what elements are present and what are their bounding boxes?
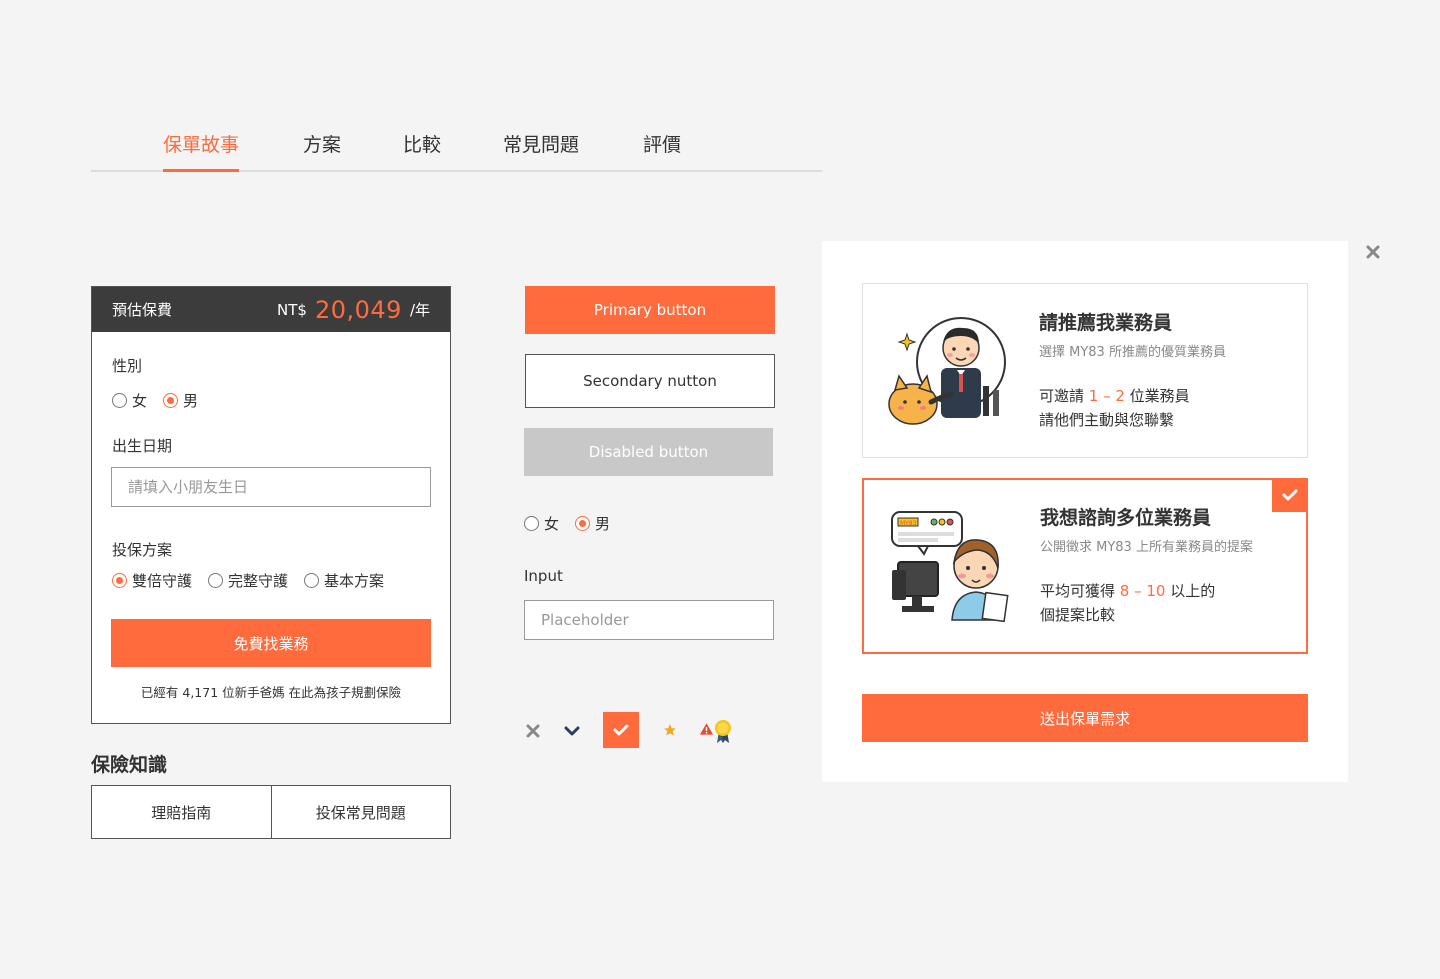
premium-price: 20,049: [314, 295, 402, 324]
plan-radio-double[interactable]: 雙倍守護: [112, 570, 192, 591]
modal-close-icon[interactable]: [1362, 241, 1384, 263]
option1-subtitle: 選擇 MY83 所推薦的優質業務員: [1039, 345, 1226, 360]
radio-icon: [304, 573, 320, 588]
price-period: /年: [409, 301, 430, 319]
knowledge-links: 理賠指南 投保常見問題: [91, 785, 451, 839]
parents-count-note: 已經有 4,171 位新手爸媽 在此為孩子規劃保險: [140, 685, 402, 700]
currency-label: NT$: [277, 300, 307, 319]
sample-radio-female[interactable]: 女: [524, 513, 559, 534]
radio-selected-icon: [575, 516, 591, 531]
sample-radio-male[interactable]: 男: [575, 513, 610, 534]
agent-count-highlight: 1 – 2: [1088, 387, 1125, 405]
disabled-button: Disabled button: [524, 428, 773, 476]
star-icon: [660, 720, 680, 740]
option-recommend-agent[interactable]: 請推薦我業務員 選擇 MY83 所推薦的優質業務員 可邀請 1 – 2 位業務員…: [862, 283, 1308, 458]
gender-label: 性別: [112, 357, 143, 375]
plan-radio-group: 雙倍守護 完整守護 基本方案: [112, 570, 400, 591]
estimate-header: 預估保費 NT$ 20,049 /年: [92, 287, 450, 332]
option1-line2: 請他們主動與您聯繫: [1039, 411, 1175, 429]
sample-input[interactable]: [524, 600, 774, 640]
plan-radio-complete[interactable]: 完整守護: [208, 570, 288, 591]
insurance-faq-link[interactable]: 投保常見問題: [270, 786, 451, 838]
check-icon[interactable]: [603, 712, 639, 748]
secondary-button[interactable]: Secondary nutton: [525, 354, 775, 408]
gender-radio-group: 女 男: [112, 390, 214, 411]
sample-radio-group: 女 男: [524, 513, 626, 534]
radio-icon: [208, 573, 224, 588]
find-agent-button[interactable]: 免費找業務: [111, 619, 431, 667]
close-icon[interactable]: [523, 720, 543, 742]
option2-line1: 平均可獲得 8 – 10 以上的: [1040, 582, 1216, 600]
knowledge-title: 保險知識: [91, 754, 168, 776]
proposal-count-highlight: 8 – 10: [1119, 582, 1166, 600]
submit-request-button[interactable]: 送出保單需求: [862, 694, 1308, 742]
tab-plans[interactable]: 方案: [303, 130, 341, 169]
tab-compare[interactable]: 比較: [403, 130, 441, 169]
radio-icon: [112, 393, 127, 408]
bubble-screen-text: MY83: [900, 520, 917, 527]
gender-radio-female[interactable]: 女: [112, 390, 147, 411]
option-multiple-agents[interactable]: MY83 我想諮詢多位業務員 公開徵求 MY83 上所有業務員的提案 平均可獲得…: [862, 478, 1308, 654]
option1-title: 請推薦我業務員: [1039, 312, 1173, 334]
option2-title: 我想諮詢多位業務員: [1040, 507, 1212, 529]
option1-line1: 可邀請 1 – 2 位業務員: [1039, 387, 1190, 405]
consult-illustration: MY83: [888, 510, 1012, 623]
birthday-input[interactable]: [111, 467, 431, 507]
tab-faq[interactable]: 常見問題: [503, 130, 579, 169]
agent-cat-illustration: [887, 310, 1011, 434]
option2-subtitle: 公開徵求 MY83 上所有業務員的提案: [1040, 540, 1253, 555]
tab-story[interactable]: 保單故事: [163, 130, 240, 172]
tab-bar: 保單故事 方案 比較 常見問題 評價: [91, 120, 822, 172]
birthday-label: 出生日期: [112, 437, 173, 455]
gender-radio-male[interactable]: 男: [163, 390, 198, 411]
primary-button[interactable]: Primary button: [525, 286, 775, 334]
plan-label: 投保方案: [112, 541, 173, 559]
chevron-down-icon[interactable]: [562, 720, 582, 742]
plan-radio-basic[interactable]: 基本方案: [304, 570, 384, 591]
input-label: Input: [524, 567, 563, 585]
claims-guide-link[interactable]: 理賠指南: [92, 786, 271, 838]
agent-request-modal: 請推薦我業務員 選擇 MY83 所推薦的優質業務員 可邀請 1 – 2 位業務員…: [822, 241, 1348, 782]
radio-selected-icon: [112, 573, 127, 588]
estimate-label: 預估保費: [112, 301, 173, 319]
radio-selected-icon: [163, 393, 179, 408]
selected-check-icon: [1272, 478, 1308, 512]
award-badge-icon: [712, 718, 734, 746]
estimate-card: 預估保費 NT$ 20,049 /年 性別 女 男 出生日期 投保方案 雙倍守護…: [91, 286, 451, 724]
option2-line2: 個提案比較: [1040, 606, 1116, 624]
radio-icon: [524, 516, 539, 531]
tab-reviews[interactable]: 評價: [643, 130, 681, 169]
